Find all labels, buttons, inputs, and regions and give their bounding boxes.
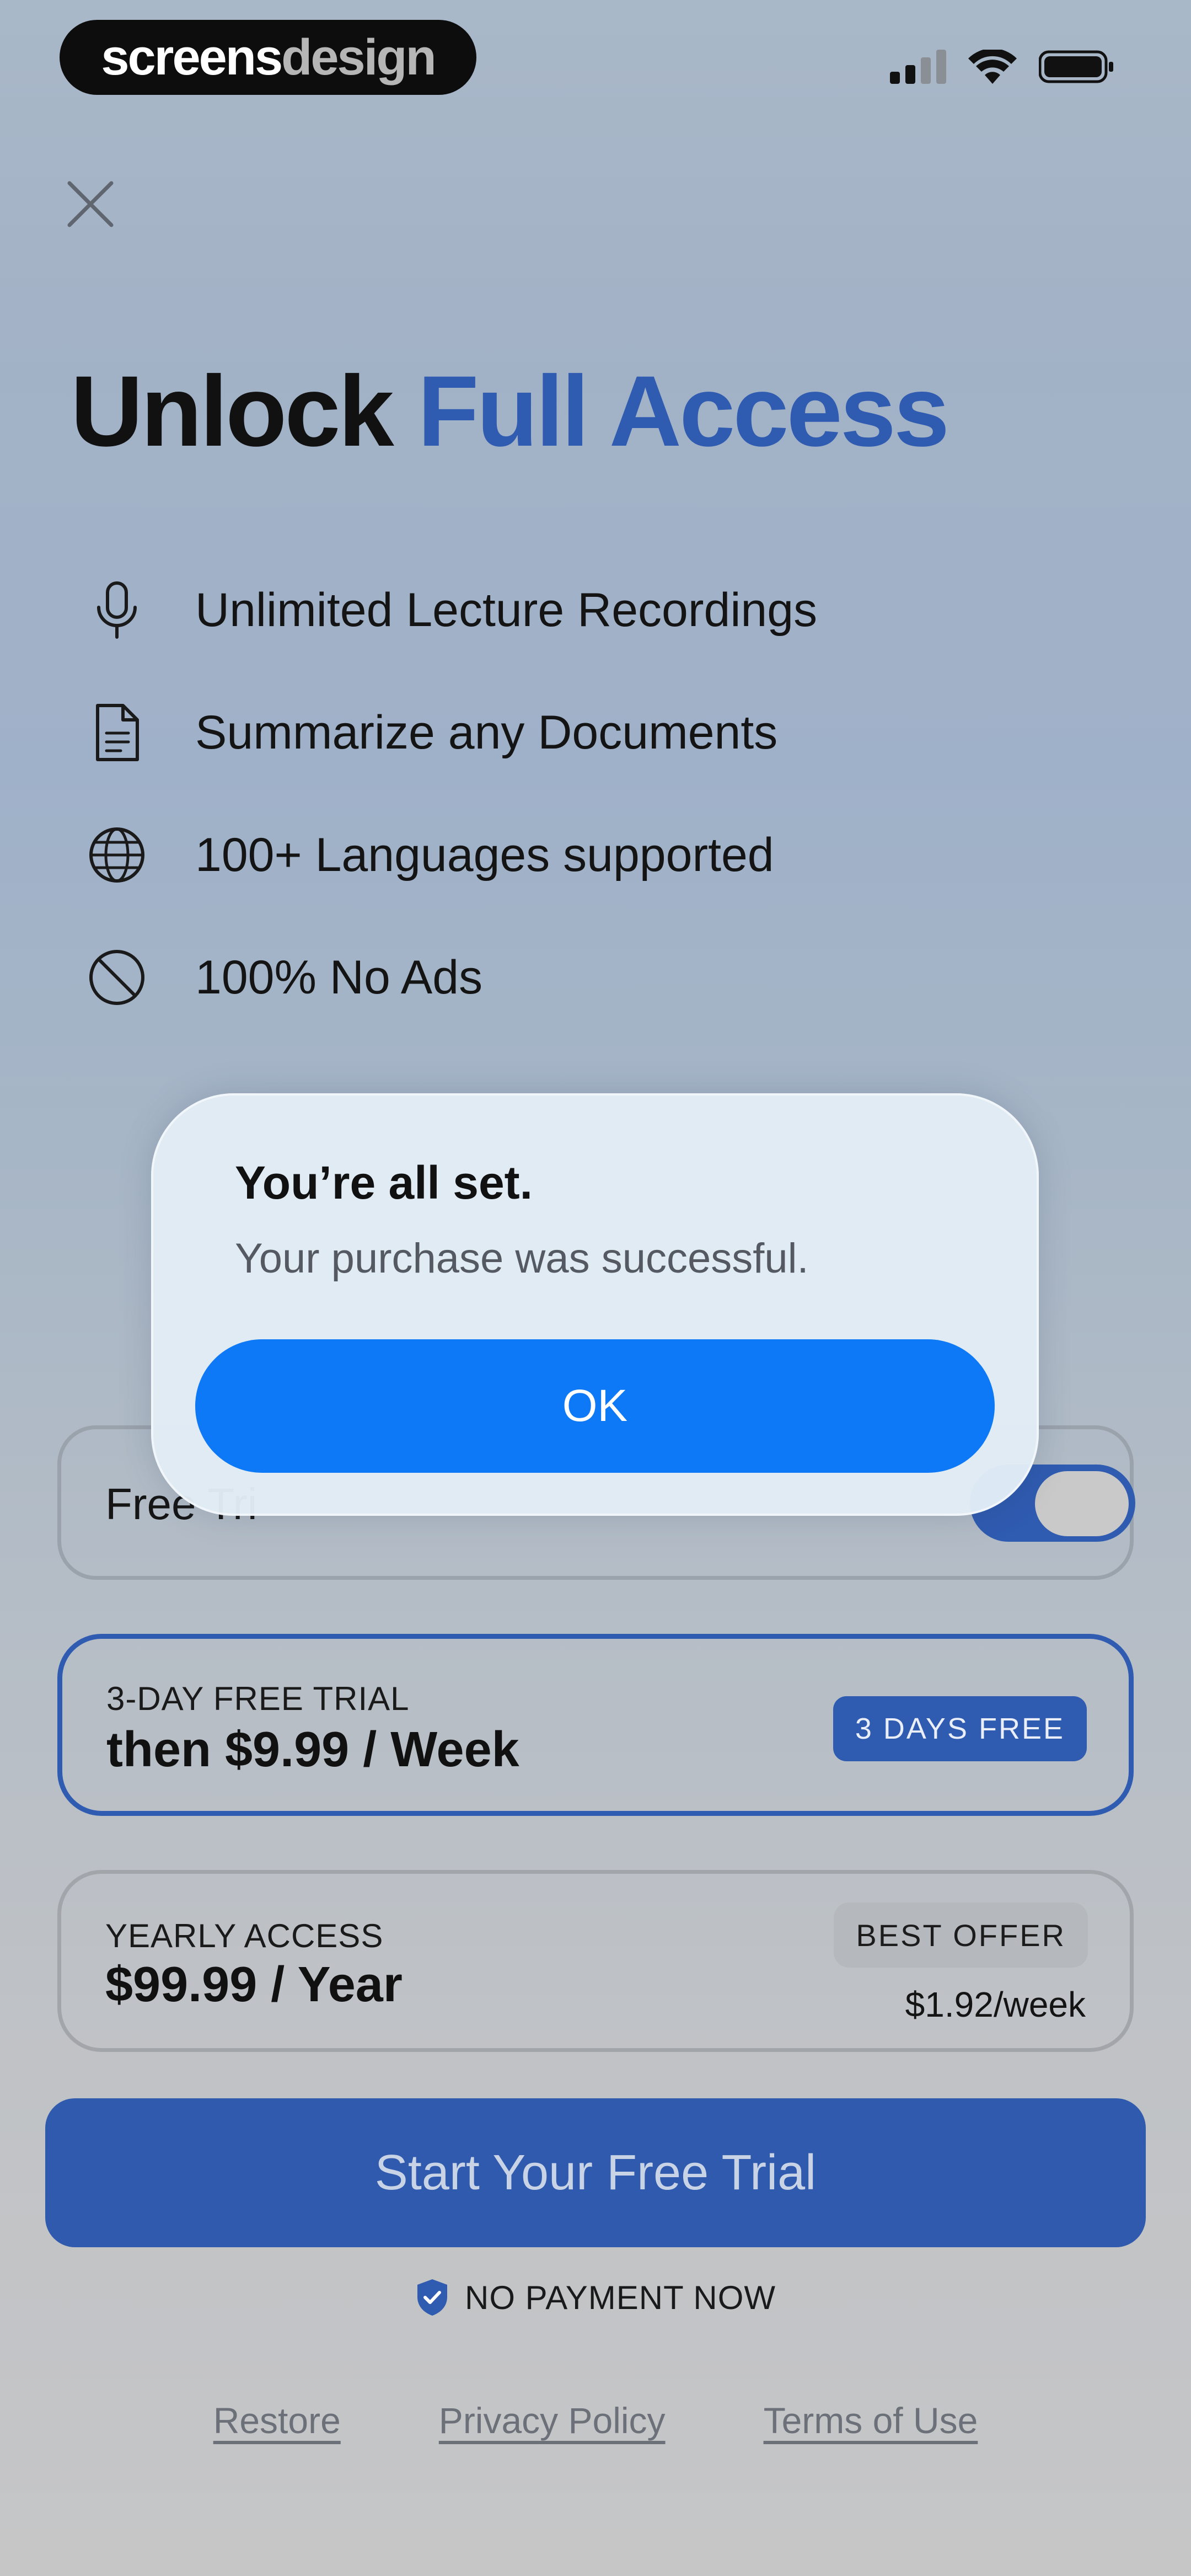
battery-icon [1039,50,1113,83]
plan-price: then $9.99 / Week [106,1722,519,1777]
plan-yearly[interactable]: YEARLY ACCESS $99.99 / Year BEST OFFER $… [57,1870,1134,2052]
feature-item-no-ads: 100% No Ads [83,939,482,1016]
feature-label: 100% No Ads [195,950,483,1004]
feature-item-languages: 100+ Languages supported [83,816,774,894]
plan-subtitle: 3-DAY FREE TRIAL [106,1680,410,1717]
close-icon [67,181,114,227]
restore-link[interactable]: Restore [213,2399,341,2441]
title-accent-text: Full Access [417,355,949,467]
wifi-icon [968,50,1017,84]
plan-per-week-price: $1.92/week [905,1985,1086,2024]
brand-text-part2: design [281,29,436,85]
page-title: Unlock Full Access [71,353,1146,469]
brand-logo: screens design [60,20,476,95]
plan-subtitle: YEARLY ACCESS [105,1917,384,1954]
start-free-trial-button[interactable]: Start Your Free Trial [45,2098,1146,2247]
globe-icon [83,821,151,889]
close-button[interactable] [62,175,119,233]
no-ads-icon [83,943,151,1012]
feature-label: Summarize any Documents [195,706,778,759]
plan-badge: 3 DAYS FREE [833,1696,1087,1761]
plan-price: $99.99 / Year [105,1957,403,2012]
shield-check-icon [417,2279,447,2316]
brand-text-part1: screens [101,29,283,85]
alert-ok-button[interactable]: OK [195,1339,995,1473]
plan-badge: BEST OFFER [834,1902,1088,1968]
feature-label: 100+ Languages supported [195,828,774,881]
privacy-policy-link[interactable]: Privacy Policy [439,2399,666,2441]
microphone-icon [83,576,151,644]
title-text: Unlock [71,355,418,467]
no-payment-text: NO PAYMENT NOW [464,2279,776,2316]
document-icon [83,698,151,767]
terms-of-use-link[interactable]: Terms of Use [764,2399,978,2441]
toggle-knob [1035,1471,1129,1536]
purchase-success-alert: You’re all set. Your purchase was succes… [151,1093,1039,1516]
cellular-signal-icon [890,50,946,84]
plan-weekly[interactable]: 3-DAY FREE TRIAL then $9.99 / Week 3 DAY… [57,1634,1134,1816]
no-payment-note: NO PAYMENT NOW [0,2278,1191,2317]
feature-item-recordings: Unlimited Lecture Recordings [83,571,817,649]
alert-message: Your purchase was successful. [235,1235,809,1282]
feature-item-documents: Summarize any Documents [83,694,777,771]
feature-label: Unlimited Lecture Recordings [195,583,818,637]
alert-title: You’re all set. [235,1157,533,1209]
status-icons [890,47,1114,86]
footer-links: Restore Privacy Policy Terms of Use [0,2399,1191,2441]
